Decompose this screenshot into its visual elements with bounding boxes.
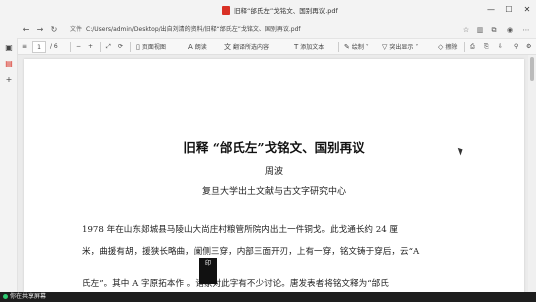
url-text: C:/Users/admin/Desktop/出自刘清的资料/旧释“邰氏左”戈铭…: [86, 26, 301, 33]
zoom-in-button[interactable]: +: [88, 41, 93, 53]
rotate-icon[interactable]: ⟳: [118, 41, 123, 53]
erase-button[interactable]: ◇ 擦除: [438, 41, 457, 53]
paragraph-line-1: 1978 年在山东郯城县马陵山大尚庄村粮管所院内出土一件铜戈。此戈通长约 24 …: [82, 225, 399, 235]
inscription-rubbing-image: 印: [199, 258, 217, 284]
window-title: 旧释“邰氏左”戈铭文、国别再议.pdf: [234, 7, 338, 15]
page-view-label: 页面视图: [141, 44, 166, 51]
split-screen-icon[interactable]: ▥: [474, 24, 486, 36]
close-button[interactable]: ✕: [520, 3, 534, 17]
screen-share-bar: 你在共享屏幕: [0, 292, 536, 302]
pdf-file-icon: [222, 6, 230, 15]
minimize-button[interactable]: —: [484, 3, 498, 17]
title-bar: 旧释“邰氏左”戈铭文、国别再议.pdf — ☐ ✕: [0, 0, 536, 22]
document-author: 周波: [264, 167, 283, 177]
highlight-button[interactable]: ▽ 突出显示 ˅: [382, 41, 418, 53]
chevron-down-icon: ˅: [413, 44, 419, 51]
paragraph-line-2: 米，曲援有胡，援狭长略曲，阑侧三穿，内部三面开刃，上有一穿，铭文铸于穿后，云“A: [82, 247, 420, 257]
more-menu-icon[interactable]: ⋯: [520, 24, 532, 36]
refresh-icon[interactable]: ↻: [48, 24, 60, 36]
maximize-button[interactable]: ☐: [502, 3, 516, 17]
draw-label: 绘制: [351, 44, 364, 51]
page-view-icon: ▯: [136, 43, 140, 51]
add-text-button[interactable]: T 添加文本: [294, 41, 324, 53]
profile-icon[interactable]: ◉: [504, 24, 516, 36]
highlight-icon: ▽: [382, 43, 388, 51]
read-aloud-button[interactable]: A 朗读: [188, 41, 207, 53]
add-text-icon: T: [294, 43, 299, 51]
save-icon[interactable]: ⎘: [484, 41, 489, 53]
back-icon[interactable]: ←: [20, 24, 32, 36]
highlight-label: 突出显示: [389, 44, 414, 51]
pin-icon[interactable]: ⚲: [514, 41, 518, 53]
pdf-page: 旧释 “邰氏左”戈铭文、国别再议 周波 复旦大学出土文献与古文字研究中心 197…: [24, 59, 524, 292]
address-bar: ← → ↻ 文件 C:/Users/admin/Desktop/出自刘清的资料/旧…: [0, 22, 536, 38]
save-as-icon[interactable]: ⇩: [498, 41, 503, 53]
toolbar-divider: [70, 42, 71, 52]
page-number-input[interactable]: 1: [32, 41, 46, 53]
browser-sidebar: ▣ ▤ +: [0, 38, 18, 292]
toolbar-divider: [464, 42, 465, 52]
document-title: 旧释 “邰氏左”戈铭文、国别再议: [183, 140, 365, 155]
tab-actions-icon[interactable]: ▣: [3, 42, 15, 54]
zoom-out-button[interactable]: −: [76, 41, 81, 53]
contents-icon[interactable]: ≡: [22, 41, 27, 53]
draw-icon: ✎: [344, 43, 350, 51]
chevron-down-icon: ˅: [363, 44, 369, 51]
scrollbar-thumb[interactable]: [530, 57, 534, 81]
url-scheme-label: 文件: [70, 26, 83, 33]
paragraph-line-3: 氏左”。其中 A 字原拓本作 。诸家对此字有不少讨论。唐发表者将铭文释为“邰氏: [82, 279, 389, 289]
translate-label: 翻译所选内容: [233, 44, 270, 51]
document-affiliation: 复旦大学出土文献与古文字研究中心: [201, 187, 346, 197]
print-icon[interactable]: ⎙: [470, 41, 475, 53]
eraser-icon: ◇: [438, 43, 444, 51]
pdf-tab-icon[interactable]: ▤: [3, 58, 15, 70]
translate-icon: 文: [224, 43, 231, 51]
collections-icon[interactable]: ⧉: [488, 24, 500, 36]
toolbar-divider: [338, 42, 339, 52]
fit-page-icon[interactable]: ⤢: [106, 41, 111, 53]
url-field[interactable]: 文件 C:/Users/admin/Desktop/出自刘清的资料/旧释“邰氏左”…: [70, 24, 470, 36]
read-aloud-icon: A: [188, 43, 193, 51]
screen-share-text: 你在共享屏幕: [10, 293, 47, 300]
translate-button[interactable]: 文翻译所选内容: [224, 41, 269, 53]
toolbar-divider: [130, 42, 131, 52]
share-status-icon: [3, 294, 8, 299]
page-total: / 6: [50, 43, 58, 50]
star-icon[interactable]: ☆: [460, 24, 472, 36]
toolbar-divider: [100, 42, 101, 52]
page-view-button[interactable]: ▯ 页面视图: [136, 41, 166, 53]
pdf-viewer[interactable]: 旧释 “邰氏左”戈铭文、国别再议 周波 复旦大学出土文献与古文字研究中心 197…: [18, 55, 536, 292]
add-tab-icon[interactable]: +: [3, 74, 15, 86]
read-aloud-label: 朗读: [194, 44, 207, 51]
forward-icon[interactable]: →: [34, 24, 46, 36]
erase-label: 擦除: [445, 44, 458, 51]
pdf-toolbar: ≡ 1 / 6 − + ⤢ ⟳ ▯ 页面视图 A 朗读 文翻译所选内容 T 添加文本 …: [18, 38, 536, 55]
vertical-scrollbar[interactable]: [528, 55, 536, 292]
screen-share-indicator[interactable]: 你在共享屏幕: [3, 292, 46, 302]
settings-icon[interactable]: ⚙: [526, 41, 531, 53]
add-text-label: 添加文本: [300, 44, 325, 51]
draw-button[interactable]: ✎ 绘制 ˅: [344, 41, 369, 53]
